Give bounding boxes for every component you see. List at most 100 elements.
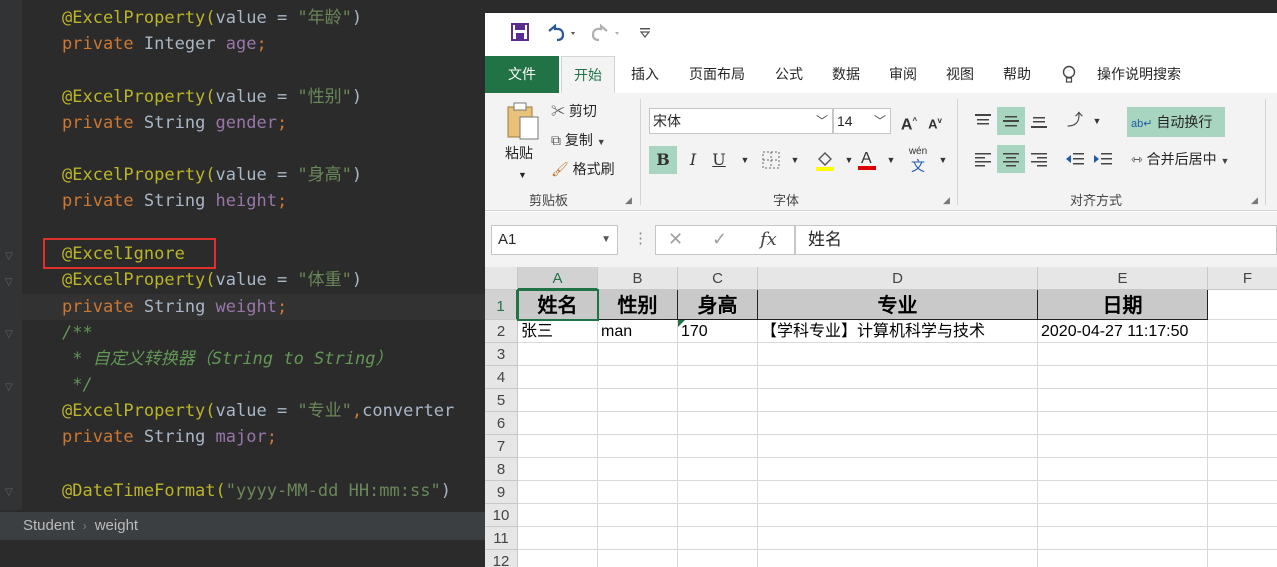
row-header[interactable]: 9 (485, 481, 518, 504)
cell-A2[interactable]: 张三 (518, 320, 598, 343)
align-center-icon[interactable] (997, 145, 1025, 173)
align-middle-icon[interactable] (997, 107, 1025, 135)
code-line[interactable]: * 自定义转换器（String to String） (62, 346, 392, 372)
cell-A6[interactable] (518, 412, 598, 435)
cell-A7[interactable] (518, 435, 598, 458)
row-header[interactable]: 10 (485, 504, 518, 527)
cell-D3[interactable] (758, 343, 1038, 366)
cell-C6[interactable] (678, 412, 758, 435)
align-left-icon[interactable] (969, 145, 997, 173)
cell-F4[interactable] (1208, 366, 1277, 389)
fold-icon[interactable]: ▽ (5, 278, 15, 288)
cell-A11[interactable] (518, 527, 598, 550)
cell-E1[interactable]: 日期 (1038, 290, 1208, 320)
formula-input[interactable]: 姓名 (795, 225, 1277, 255)
cell-E3[interactable] (1038, 343, 1208, 366)
increase-indent-icon[interactable] (1089, 145, 1117, 173)
code-line[interactable]: @DateTimeFormat("yyyy-MM-dd HH:mm:ss") (62, 478, 451, 504)
fold-icon[interactable]: ▽ (5, 330, 15, 340)
cell-A3[interactable] (518, 343, 598, 366)
cell-C12[interactable] (678, 550, 758, 567)
cancel-icon[interactable]: ✕ (668, 229, 683, 250)
cell-D11[interactable] (758, 527, 1038, 550)
cell-E9[interactable] (1038, 481, 1208, 504)
code-line[interactable]: /** (62, 320, 93, 346)
tell-me-search[interactable]: 操作说明搜索 (1089, 56, 1189, 93)
cell-B7[interactable] (598, 435, 678, 458)
tab-data[interactable]: 数据 (822, 56, 870, 93)
cell-C4[interactable] (678, 366, 758, 389)
decrease-indent-icon[interactable] (1061, 145, 1089, 173)
cell-C10[interactable] (678, 504, 758, 527)
cell-E11[interactable] (1038, 527, 1208, 550)
tab-file[interactable]: 文件 (485, 56, 559, 93)
cell-D4[interactable] (758, 366, 1038, 389)
code-line[interactable]: @ExcelProperty(value = "身高") (62, 162, 362, 188)
cell-A10[interactable] (518, 504, 598, 527)
paste-dropdown-icon[interactable]: ▼ (518, 165, 527, 185)
cell-D5[interactable] (758, 389, 1038, 412)
column-header[interactable]: B (598, 267, 678, 290)
align-right-icon[interactable] (1025, 145, 1053, 173)
font-launcher-icon[interactable]: ◢ (943, 195, 950, 206)
cell-F3[interactable] (1208, 343, 1277, 366)
cell-A5[interactable] (518, 389, 598, 412)
align-top-icon[interactable] (969, 107, 997, 135)
cell-B11[interactable] (598, 527, 678, 550)
cell-F8[interactable] (1208, 458, 1277, 481)
cell-E4[interactable] (1038, 366, 1208, 389)
code-line[interactable]: private String major; (62, 424, 277, 450)
cell-F12[interactable] (1208, 550, 1277, 567)
cell-B4[interactable] (598, 366, 678, 389)
cell-B5[interactable] (598, 389, 678, 412)
fold-icon[interactable]: ▽ (5, 383, 15, 393)
cell-B6[interactable] (598, 412, 678, 435)
code-line[interactable]: @ExcelProperty(value = "体重") (62, 267, 362, 293)
cell-B10[interactable] (598, 504, 678, 527)
cell-A1[interactable]: 姓名 (517, 289, 599, 321)
code-line[interactable]: private Integer age; (62, 31, 267, 57)
row-header[interactable]: 3 (485, 343, 518, 366)
fold-icon[interactable]: ▽ (5, 488, 15, 498)
tab-view[interactable]: 视图 (936, 56, 984, 93)
cell-C1[interactable]: 身高 (678, 290, 758, 320)
orientation-dropdown-icon[interactable]: ▼ (1083, 107, 1111, 135)
cell-E5[interactable] (1038, 389, 1208, 412)
cell-B3[interactable] (598, 343, 678, 366)
row-header[interactable]: 6 (485, 412, 518, 435)
cell-B8[interactable] (598, 458, 678, 481)
row-header[interactable]: 2 (485, 320, 518, 343)
tab-insert[interactable]: 插入 (621, 56, 669, 93)
save-icon[interactable] (509, 23, 531, 45)
cell-F1[interactable] (1208, 290, 1277, 320)
cell-B9[interactable] (598, 481, 678, 504)
font-name-combo[interactable]: 宋体 ﹀ (649, 108, 833, 134)
insert-function-icon[interactable]: fx (760, 229, 777, 250)
code-line[interactable]: private String weight; (62, 294, 287, 320)
cell-D9[interactable] (758, 481, 1038, 504)
row-header[interactable]: 7 (485, 435, 518, 458)
cell-C9[interactable] (678, 481, 758, 504)
clipboard-launcher-icon[interactable]: ◢ (625, 195, 632, 206)
format-painter-button[interactable]: 🖌 格式刷 (551, 159, 615, 179)
spreadsheet-grid[interactable]: A B C D E F 1 姓名 性别 身高 专业 日期 2 张三 man 170 【学科专业】计算机科学与技术… (485, 267, 1277, 567)
code-line[interactable]: */ (62, 372, 92, 398)
cell-F11[interactable] (1208, 527, 1277, 550)
borders-dropdown-icon[interactable]: ▼ (781, 146, 809, 174)
column-header[interactable]: C (678, 267, 758, 290)
cell-A4[interactable] (518, 366, 598, 389)
code-line[interactable]: private String gender; (62, 110, 287, 136)
cell-B12[interactable] (598, 550, 678, 567)
copy-button[interactable]: ⧉ 复制 ▼ (551, 130, 606, 152)
code-line[interactable]: @ExcelProperty(value = "性别") (62, 84, 362, 110)
redo-icon[interactable] (589, 23, 623, 45)
lightbulb-icon[interactable] (1059, 56, 1079, 93)
cell-F9[interactable] (1208, 481, 1277, 504)
cell-D2[interactable]: 【学科专业】计算机科学与技术 (758, 320, 1038, 343)
cell-C5[interactable] (678, 389, 758, 412)
code-line[interactable]: @ExcelProperty(value = "专业",converter (62, 398, 454, 424)
phonetic-dropdown-icon[interactable]: ▼ (929, 146, 957, 174)
cell-D8[interactable] (758, 458, 1038, 481)
cut-button[interactable]: ✂ 剪切 (551, 101, 597, 121)
tab-page-layout[interactable]: 页面布局 (679, 56, 755, 93)
